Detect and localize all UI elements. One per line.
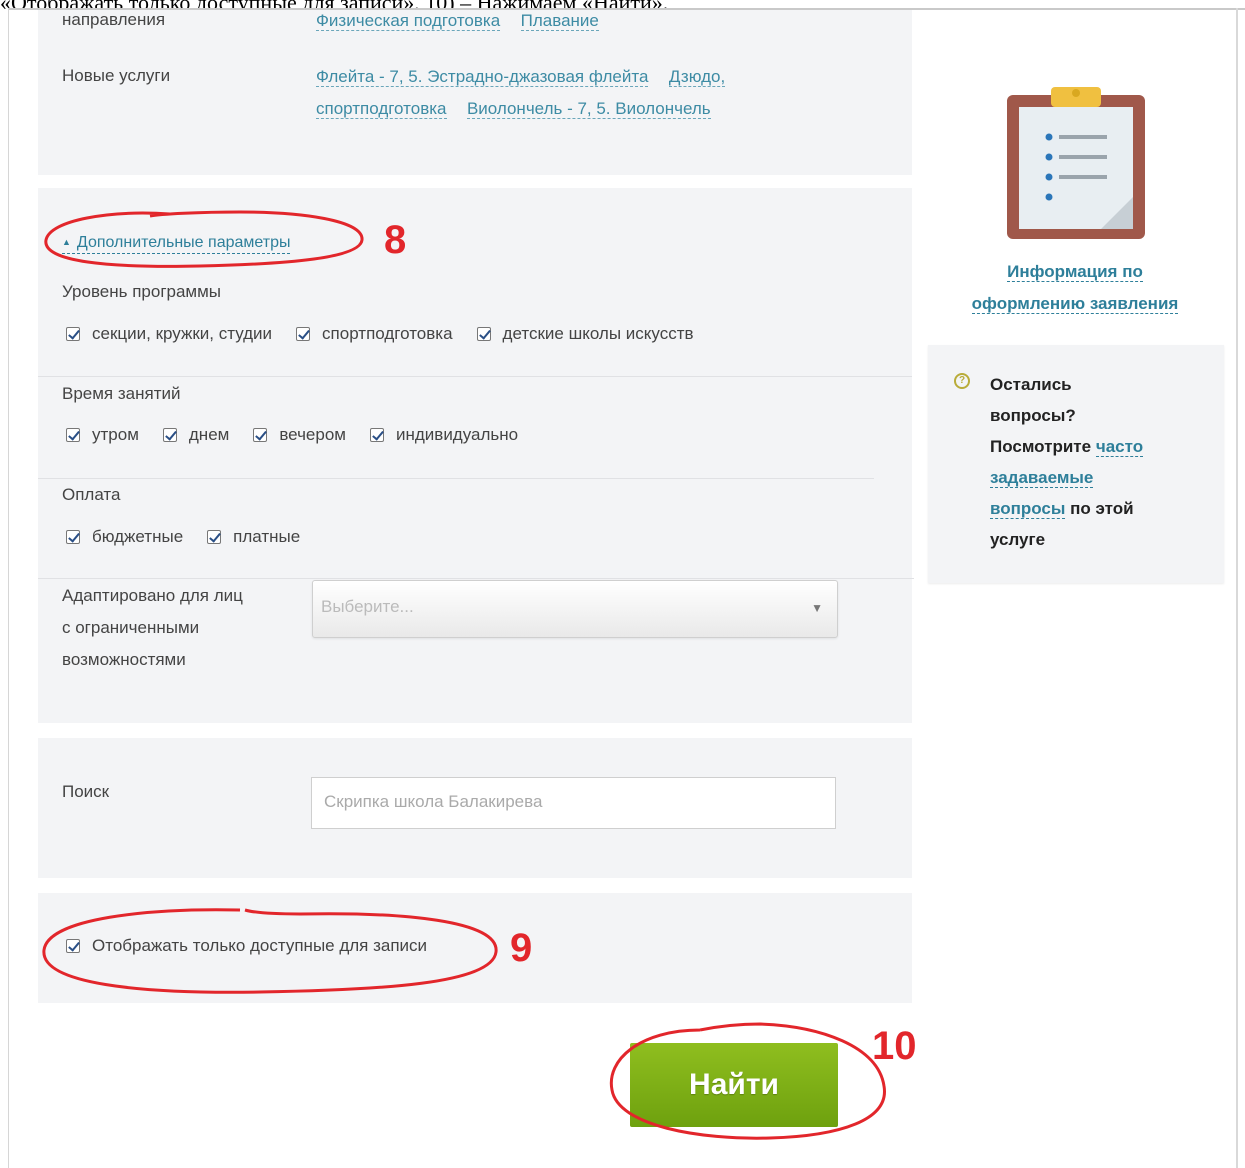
- divider: [38, 478, 874, 479]
- help-box: ? Остались вопросы? Посмотрите часто зад…: [928, 345, 1224, 583]
- faq-link-3[interactable]: вопросы: [990, 499, 1066, 519]
- new-services-links-row2: спортподготовка Виолончель - 7, 5. Виоло…: [316, 98, 727, 120]
- divider: [38, 376, 912, 377]
- adapted-label-3: возможностями: [62, 650, 186, 669]
- step-9-number: 9: [510, 926, 533, 970]
- new-services-links-row1: Флейта - 7, 5. Эстрадно-джазовая флейта …: [316, 66, 741, 88]
- payment-label: Оплата: [62, 485, 121, 504]
- info-link-line1[interactable]: Информация по: [940, 256, 1210, 288]
- checkbox-budget[interactable]: бюджетные: [66, 527, 183, 547]
- checkbox-sections[interactable]: секции, кружки, студии: [66, 324, 272, 344]
- search-label: Поиск: [62, 782, 110, 801]
- new-services-label: Новые услуги: [62, 66, 171, 85]
- checkbox-checked-icon[interactable]: [66, 428, 80, 442]
- help-text: Остались вопросы? Посмотрите часто задав…: [990, 375, 1144, 549]
- link-sport-training[interactable]: спортподготовка: [316, 99, 447, 119]
- checkbox-art-schools[interactable]: детские школы искусств: [476, 324, 694, 344]
- adapted-label-2: с ограниченными: [62, 618, 200, 637]
- checkbox-checked-icon[interactable]: [476, 327, 491, 341]
- program-level-label: Уровень программы: [62, 282, 222, 301]
- advanced-params-toggle[interactable]: ▲ Дополнительные параметры: [62, 232, 291, 254]
- checkbox-sport-training[interactable]: спортподготовка: [296, 324, 453, 344]
- faq-link-1[interactable]: часто: [1095, 437, 1144, 457]
- services-panel: [38, 10, 912, 175]
- checkbox-label: индивидуально: [395, 425, 519, 444]
- link-judo[interactable]: Дзюдо,: [668, 67, 726, 87]
- checkbox-checked-icon[interactable]: [162, 428, 177, 442]
- only-available-row: Отображать только доступные для записи: [66, 936, 451, 956]
- checkbox-label: вечером: [279, 425, 346, 444]
- time-label: Время занятий: [62, 384, 181, 403]
- find-button[interactable]: Найти: [630, 1043, 838, 1127]
- select-placeholder: Выберите...: [321, 597, 414, 616]
- checkbox-checked-icon[interactable]: [369, 428, 384, 442]
- checkbox-checked-icon[interactable]: [296, 327, 311, 341]
- link-swimming[interactable]: Плавание: [520, 11, 599, 31]
- checkbox-label: платные: [233, 527, 301, 546]
- checkbox-label: секции, кружки, студии: [92, 324, 273, 343]
- info-link-line2[interactable]: оформлению заявления: [940, 288, 1210, 320]
- adapted-label-1: Адаптировано для лиц: [62, 586, 243, 605]
- checkbox-only-available[interactable]: Отображать только доступные для записи: [66, 936, 427, 956]
- time-options: утром днем вечером индивидуально: [66, 425, 542, 445]
- advanced-params-label: Дополнительные параметры: [76, 234, 291, 251]
- chevron-down-icon: ▼: [811, 601, 823, 615]
- checkbox-day[interactable]: днем: [162, 425, 230, 445]
- directions-links: Физическая подготовка Плавание: [316, 10, 615, 32]
- checkbox-morning[interactable]: утром: [66, 425, 139, 445]
- checkbox-label: бюджетные: [92, 527, 184, 546]
- payment-options: бюджетные платные: [66, 527, 324, 547]
- checkbox-individual[interactable]: индивидуально: [369, 425, 519, 445]
- frame-right-border: [1236, 8, 1238, 1168]
- step-10-number: 10: [872, 1024, 917, 1068]
- checkbox-label: Отображать только доступные для записи: [92, 936, 428, 955]
- link-cello[interactable]: Виолончель - 7, 5. Виолончель: [466, 99, 711, 119]
- checkbox-checked-icon[interactable]: [66, 327, 80, 341]
- frame-left-border: [8, 8, 9, 1168]
- checkbox-checked-icon[interactable]: [66, 939, 80, 953]
- link-flute[interactable]: Флейта - 7, 5. Эстрадно-джазовая флейта: [316, 67, 649, 87]
- clipboard-icon: [1007, 87, 1145, 239]
- collapse-arrow-icon: ▲: [62, 237, 71, 247]
- program-level-options: секции, кружки, студии спортподготовка д…: [66, 324, 718, 344]
- checkbox-checked-icon[interactable]: [207, 530, 222, 544]
- checkbox-paid[interactable]: платные: [207, 527, 300, 547]
- checkbox-evening[interactable]: вечером: [253, 425, 346, 445]
- search-input[interactable]: Скрипка школа Балакирева: [311, 777, 836, 829]
- checkbox-label: днем: [188, 425, 230, 444]
- divider: [38, 578, 914, 579]
- directions-label: направления: [62, 10, 166, 29]
- step-8-number: 8: [384, 218, 407, 262]
- checkbox-label: спортподготовка: [322, 324, 453, 343]
- checkbox-checked-icon[interactable]: [66, 530, 80, 544]
- checkbox-label: детские школы искусств: [502, 324, 694, 343]
- checkbox-label: утром: [92, 425, 139, 444]
- faq-link-2[interactable]: задаваемые: [990, 468, 1094, 488]
- adapted-select[interactable]: Выберите... ▼: [312, 580, 838, 638]
- link-phys-training[interactable]: Физическая подготовка: [316, 11, 501, 31]
- question-icon: ?: [954, 373, 970, 389]
- checkbox-checked-icon[interactable]: [253, 428, 268, 442]
